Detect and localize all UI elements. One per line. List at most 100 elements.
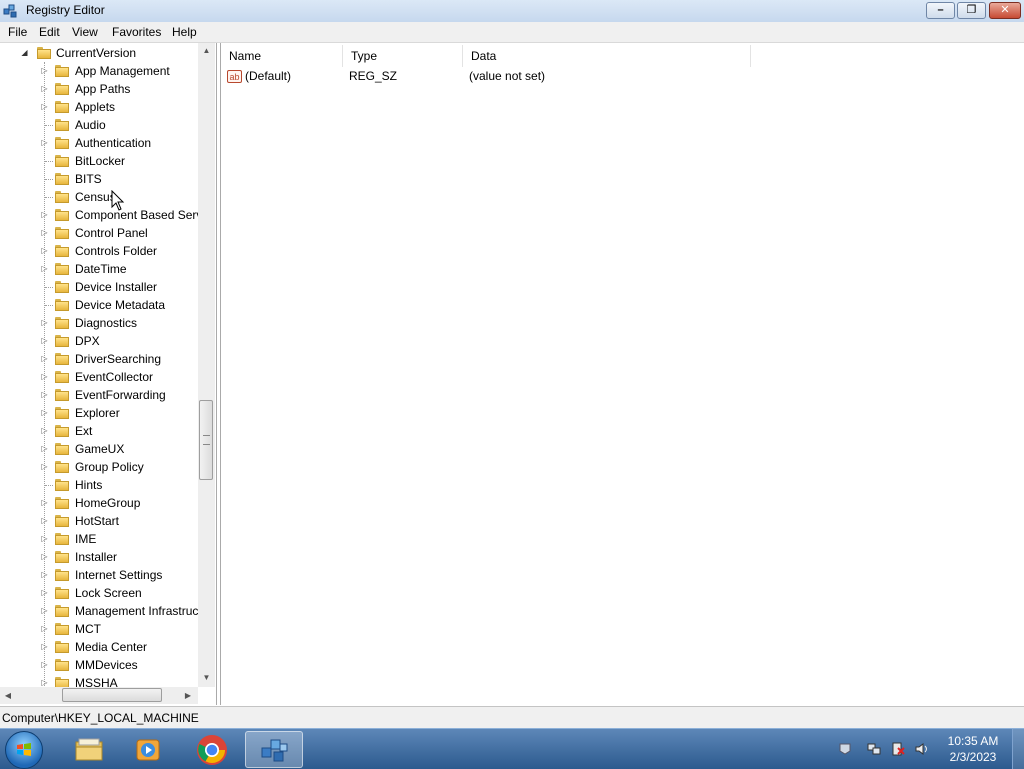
tree-item-label: Controls Folder — [75, 244, 158, 258]
media-player-icon — [136, 739, 160, 761]
value-row[interactable]: ab (Default) REG_SZ (value not set) — [221, 67, 751, 87]
tree-connector — [45, 197, 53, 198]
expand-arrow-icon[interactable]: ▷ — [40, 224, 49, 242]
folder-icon — [55, 389, 69, 401]
tree-item-label: DriverSearching — [75, 352, 162, 366]
tree-item-label: App Management — [75, 64, 170, 78]
power-warning-icon[interactable] — [891, 742, 905, 756]
expand-arrow-icon[interactable]: ▷ — [40, 98, 49, 116]
folder-icon — [55, 461, 69, 473]
taskbar-chrome[interactable] — [183, 731, 241, 768]
tree-item-label: Media Center — [75, 640, 148, 654]
column-header-type[interactable]: Type — [343, 45, 463, 67]
folder-icon — [55, 587, 69, 599]
collapse-arrow-icon[interactable]: ◢ — [20, 44, 29, 62]
tree-item-label: DPX — [75, 334, 100, 348]
expand-arrow-icon[interactable]: ▷ — [40, 386, 49, 404]
expand-arrow-icon[interactable]: ▷ — [40, 602, 49, 620]
close-button[interactable]: ✕ — [989, 2, 1021, 19]
folder-icon — [55, 425, 69, 437]
tree-connector — [45, 161, 53, 162]
menu-bar: File Edit View Favorites Help — [0, 22, 1024, 43]
close-icon: ✕ — [1000, 4, 1010, 16]
taskbar-file-explorer[interactable] — [60, 731, 118, 768]
taskbar-registry-editor[interactable] — [245, 731, 303, 768]
expand-arrow-icon[interactable]: ▷ — [40, 260, 49, 278]
folder-icon — [55, 479, 69, 491]
expand-arrow-icon[interactable]: ▷ — [40, 350, 49, 368]
scroll-up-arrow-icon[interactable]: ▲ — [198, 43, 215, 59]
minimize-icon: – — [937, 4, 944, 16]
tree-horizontal-scrollbar[interactable]: ◀ ▶ — [0, 687, 198, 704]
expand-arrow-icon[interactable]: ▷ — [40, 656, 49, 674]
expand-arrow-icon[interactable]: ▷ — [40, 332, 49, 350]
registry-tree[interactable]: ◢ CurrentVersion ▷ App Management ▷ App Pat… — [0, 43, 217, 705]
tree-item-label: Component Based Serv — [75, 208, 203, 222]
tree-item-label: BitLocker — [75, 154, 126, 168]
grip-icon — [203, 435, 210, 445]
tree-item-label: Ext — [75, 424, 93, 438]
tree-item-label: Explorer — [75, 406, 120, 420]
taskbar-media-player[interactable] — [120, 731, 178, 768]
scroll-down-arrow-icon[interactable]: ▼ — [198, 670, 215, 686]
expand-arrow-icon[interactable]: ▷ — [40, 206, 49, 224]
expand-arrow-icon[interactable]: ▷ — [40, 566, 49, 584]
tree-connector — [45, 485, 53, 486]
expand-arrow-icon[interactable]: ▷ — [40, 440, 49, 458]
open-folder-icon — [37, 47, 51, 59]
menu-help[interactable]: Help — [172, 25, 197, 39]
folder-icon — [55, 623, 69, 635]
folder-library-icon — [75, 738, 103, 761]
restore-button[interactable]: ❐ — [957, 2, 986, 19]
folder-icon — [55, 371, 69, 383]
expand-arrow-icon[interactable]: ▷ — [40, 530, 49, 548]
action-center-icon[interactable] — [838, 742, 852, 756]
values-list[interactable]: Name Type Data ab (Default) REG_SZ (valu… — [220, 43, 1024, 705]
expand-arrow-icon[interactable]: ▷ — [40, 584, 49, 602]
column-header-name[interactable]: Name — [221, 45, 343, 67]
scroll-thumb[interactable] — [199, 400, 213, 480]
start-button[interactable] — [5, 731, 43, 769]
expand-arrow-icon[interactable]: ▷ — [40, 242, 49, 260]
tree-connector — [45, 287, 53, 288]
expand-arrow-icon[interactable]: ▷ — [40, 512, 49, 530]
expand-arrow-icon[interactable]: ▷ — [40, 314, 49, 332]
registry-editor-icon — [3, 4, 17, 18]
tree-vertical-scrollbar[interactable]: ▲ ▼ — [198, 43, 215, 687]
expand-arrow-icon[interactable]: ▷ — [40, 368, 49, 386]
volume-icon[interactable] — [915, 742, 929, 756]
scroll-left-arrow-icon[interactable]: ◀ — [0, 687, 16, 704]
tree-connector — [45, 305, 53, 306]
folder-icon — [55, 245, 69, 257]
expand-arrow-icon[interactable]: ▷ — [40, 62, 49, 80]
tree-item-label: EventCollector — [75, 370, 154, 384]
value-type: REG_SZ — [349, 69, 398, 83]
folder-icon — [55, 659, 69, 671]
expand-arrow-icon[interactable]: ▷ — [40, 404, 49, 422]
expand-arrow-icon[interactable]: ▷ — [40, 80, 49, 98]
scroll-thumb-horizontal[interactable] — [62, 688, 162, 702]
expand-arrow-icon[interactable]: ▷ — [40, 548, 49, 566]
expand-arrow-icon[interactable]: ▷ — [40, 620, 49, 638]
expand-arrow-icon[interactable]: ▷ — [40, 458, 49, 476]
scroll-right-arrow-icon[interactable]: ▶ — [180, 687, 196, 704]
tree-item-label: EventForwarding — [75, 388, 166, 402]
network-icon[interactable] — [867, 742, 881, 756]
tree-item-label: HomeGroup — [75, 496, 141, 510]
folder-icon — [55, 299, 69, 311]
taskbar: 10:35 AM 2/3/2023 — [0, 728, 1024, 769]
expand-arrow-icon[interactable]: ▷ — [40, 422, 49, 440]
expand-arrow-icon[interactable]: ▷ — [40, 134, 49, 152]
expand-arrow-icon[interactable]: ▷ — [40, 494, 49, 512]
system-clock[interactable]: 10:35 AM 2/3/2023 — [940, 733, 1006, 765]
column-header-data[interactable]: Data — [463, 45, 751, 67]
show-desktop-button[interactable] — [1012, 729, 1024, 769]
expand-arrow-icon[interactable]: ▷ — [40, 638, 49, 656]
folder-icon — [55, 641, 69, 653]
menu-edit[interactable]: Edit — [39, 25, 60, 39]
menu-favorites[interactable]: Favorites — [112, 25, 161, 39]
menu-file[interactable]: File — [8, 25, 27, 39]
minimize-button[interactable]: – — [926, 2, 955, 19]
folder-icon — [55, 173, 69, 185]
menu-view[interactable]: View — [72, 25, 98, 39]
